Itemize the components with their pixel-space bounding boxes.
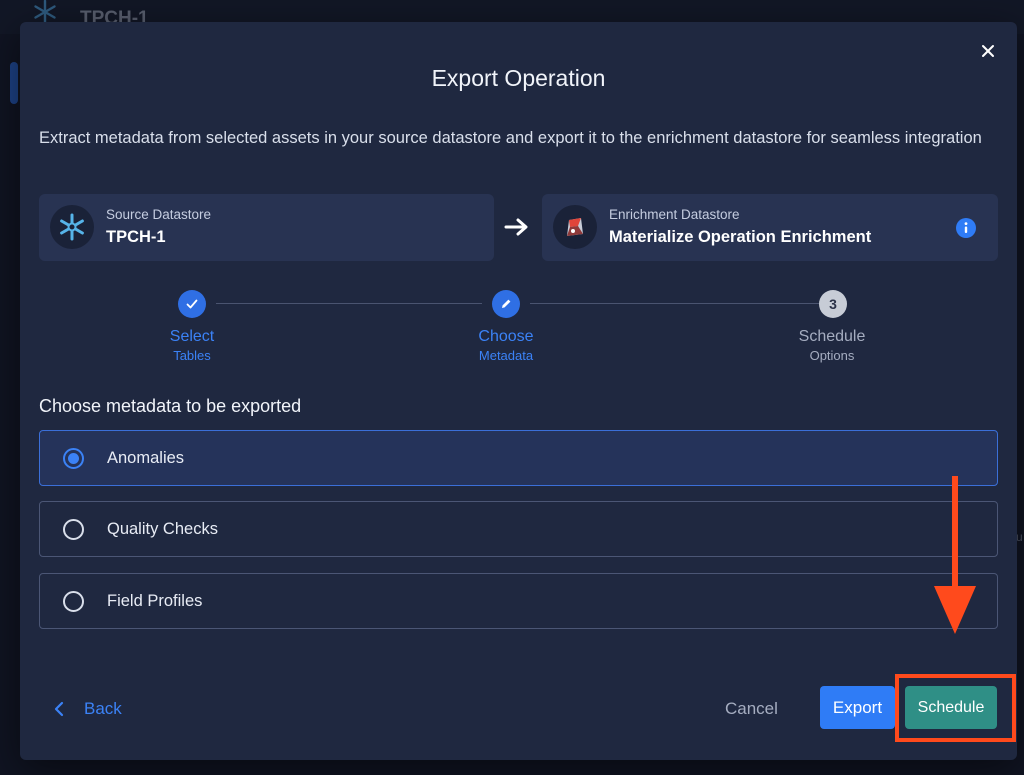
option-label: Quality Checks xyxy=(107,520,218,538)
step-connector xyxy=(530,303,819,304)
metadata-section-title: Choose metadata to be exported xyxy=(39,396,302,416)
step-connector xyxy=(216,303,482,304)
enrichment-datastore-card: Enrichment Datastore Materialize Operati… xyxy=(542,194,998,261)
enrichment-datastore-label: Enrichment Datastore xyxy=(609,207,740,222)
step-choose-pencil-icon xyxy=(492,290,520,318)
enrichment-datastore-name: Materialize Operation Enrichment xyxy=(609,228,872,246)
radio-quality-checks[interactable] xyxy=(63,519,84,540)
source-datastore-name: TPCH-1 xyxy=(106,228,166,246)
close-icon[interactable] xyxy=(977,40,999,62)
cancel-button[interactable]: Cancel xyxy=(725,699,778,719)
step-3-subtitle: Options xyxy=(809,348,855,363)
option-quality-checks[interactable]: Quality Checks xyxy=(39,501,998,557)
option-label: Field Profiles xyxy=(107,592,203,610)
back-button[interactable]: Back xyxy=(54,694,122,724)
step-3-number: 3 xyxy=(819,290,847,318)
option-anomalies[interactable]: Anomalies xyxy=(39,430,998,486)
back-button-label: Back xyxy=(84,699,122,718)
step-2-subtitle: Metadata xyxy=(478,348,534,363)
annotation-arrow-icon xyxy=(934,476,976,634)
radio-field-profiles[interactable] xyxy=(63,591,84,612)
option-field-profiles[interactable]: Field Profiles xyxy=(39,573,998,629)
export-operation-dialog: Export Operation Extract metadata from s… xyxy=(20,22,1017,760)
info-icon[interactable] xyxy=(956,218,976,238)
source-datastore-card: Source Datastore TPCH-1 xyxy=(39,194,494,261)
step-select-check-icon xyxy=(178,290,206,318)
arrow-right-icon xyxy=(504,218,528,236)
step-1-title: Select xyxy=(169,328,215,345)
export-button[interactable]: Export xyxy=(820,686,895,729)
annotation-highlight-box xyxy=(895,674,1016,742)
source-datastore-label: Source Datastore xyxy=(106,207,212,222)
option-label: Anomalies xyxy=(107,449,185,467)
enrichment-logo-icon xyxy=(553,205,597,249)
step-1-subtitle: Tables xyxy=(173,348,211,363)
radio-anomalies[interactable] xyxy=(63,448,84,469)
chevron-left-icon xyxy=(54,701,64,717)
dialog-description: Extract metadata from selected assets in… xyxy=(39,129,982,147)
step-2-title: Choose xyxy=(478,328,534,345)
step-3-title: Schedule xyxy=(798,328,866,345)
snowflake-icon xyxy=(50,205,94,249)
dialog-title: Export Operation xyxy=(431,65,606,91)
